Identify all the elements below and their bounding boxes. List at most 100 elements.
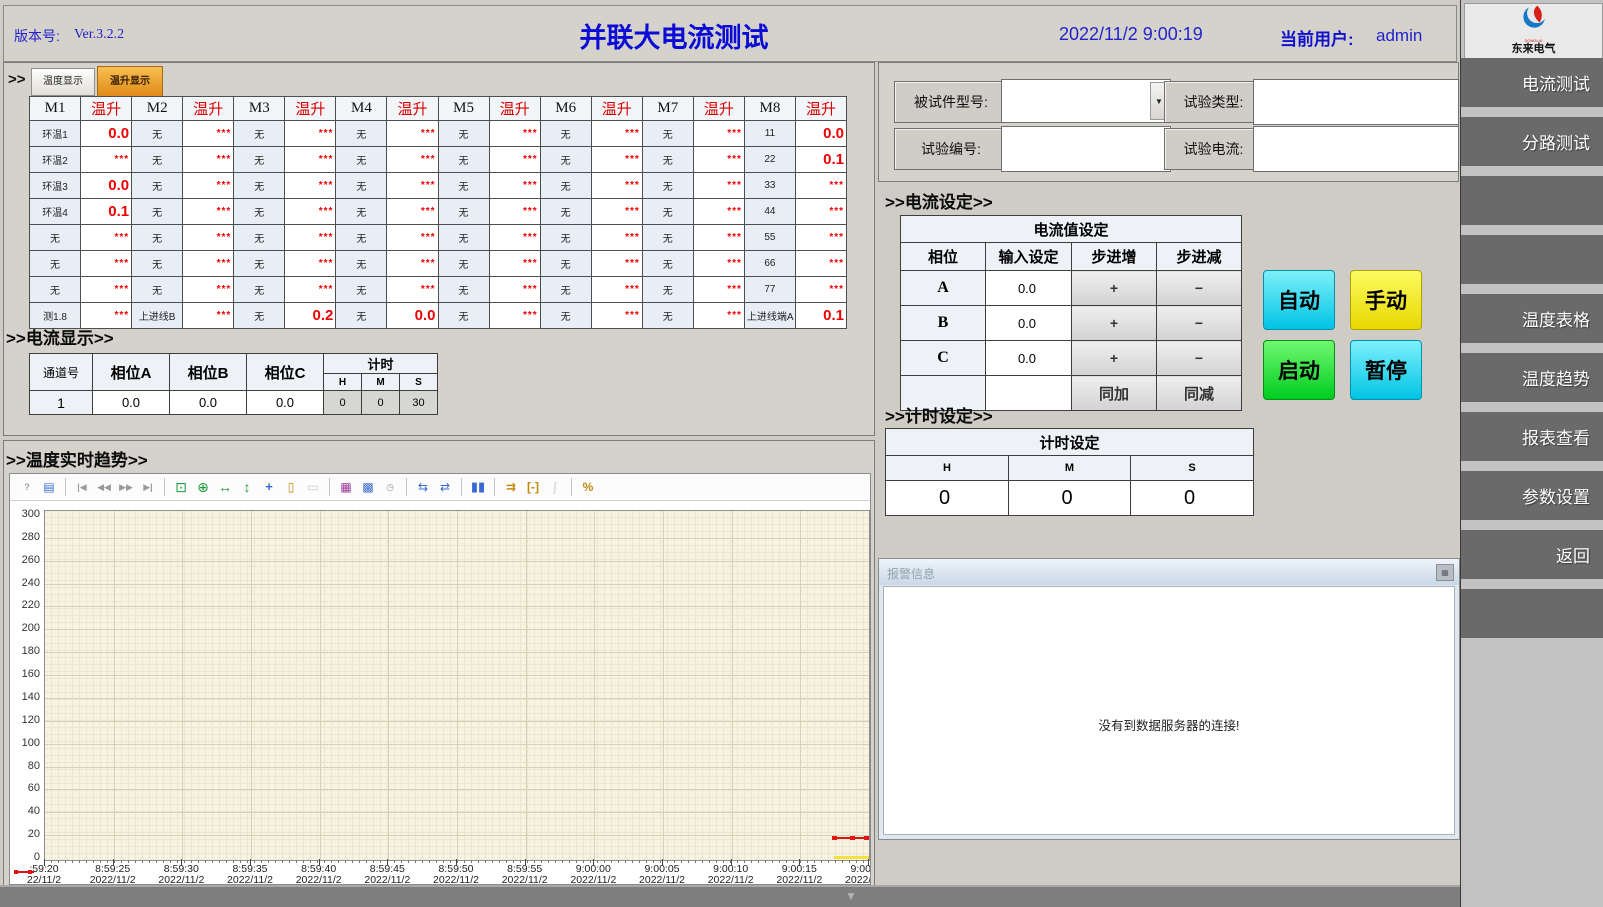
sensor-label: 无 [642,277,693,303]
rise-value: *** [387,199,438,225]
y-tick-label: 180 [12,645,40,657]
test-current-label: 试验电流: [1164,128,1263,170]
sensor-label: 无 [132,147,183,173]
sidebar-item-temp-trend[interactable]: 温度趋势 [1461,353,1603,402]
sensor-label: 无 [438,173,489,199]
phase-a-dec-button[interactable]: − [1157,271,1242,306]
sidebar-item-back[interactable]: 返回 [1461,530,1603,579]
all-dec-button[interactable]: 同减 [1157,376,1242,411]
start-button[interactable]: 启动 [1263,340,1335,400]
close-icon[interactable]: ▦ [1436,564,1454,581]
cursor-track-icon[interactable]: ⇉ [501,477,521,497]
rise-value: 0.0 [795,121,846,147]
sensor-label: 无 [336,303,387,329]
range-cursor-icon[interactable]: [-] [523,477,543,497]
test-no-input[interactable] [1001,126,1171,172]
col-header-s: S [400,374,438,391]
sidebar-item-current-test[interactable]: 电流测试 [1461,58,1603,107]
history-clock-icon[interactable]: ◷ [380,477,400,497]
rise-value: *** [183,277,234,303]
rise-value: *** [693,225,744,251]
grid-add-icon[interactable]: ▩ [358,477,378,497]
sensor-label: 无 [336,147,387,173]
chart-plot-area [44,510,870,861]
phase-b-dec-button[interactable]: − [1157,306,1242,341]
nav-prev-icon[interactable]: ◀◀ [94,477,114,497]
test-type-input[interactable] [1253,79,1459,125]
pan-icon[interactable]: + [259,477,279,497]
tab-rise-display[interactable]: 温升显示 [97,66,163,97]
rise-value: *** [81,225,132,251]
phase-b-inc-button[interactable]: + [1072,306,1157,341]
percent-scale-icon[interactable]: % [578,477,598,497]
zoom-horizontal-icon[interactable]: ↔ [215,477,235,497]
dut-model-combobox[interactable]: ▼ [1001,79,1171,123]
sensor-label: 无 [132,199,183,225]
help-icon[interactable]: ? [17,477,37,497]
timer-h-input[interactable]: 0 [886,481,1009,516]
sensor-label: 无 [234,277,285,303]
test-current-input[interactable] [1253,126,1459,172]
phase-a-set-input[interactable]: 0.0 [986,271,1072,306]
ruler-icon[interactable]: ▯ [281,477,301,497]
pause-button[interactable]: 暂停 [1350,340,1422,400]
phase-c-inc-button[interactable]: + [1072,341,1157,376]
shift-left-icon[interactable]: ⇆ [413,477,433,497]
sensor-label: 环温2 [30,147,81,173]
scrollbar-thumb[interactable]: ▼ [845,889,857,903]
manual-button[interactable]: 手动 [1350,270,1422,330]
phase-c-set-input[interactable]: 0.0 [986,341,1072,376]
axis-format-icon[interactable]: ▭ [303,477,323,497]
page-title: 并联大电流测试 [484,16,864,55]
logo-text: 东来电气 [1465,43,1602,55]
shift-right-icon[interactable]: ⇄ [435,477,455,497]
report-export-icon[interactable]: ▤ [39,477,59,497]
all-inc-button[interactable]: 同加 [1072,376,1157,411]
phase-a-inc-button[interactable]: + [1072,271,1157,306]
rise-value: *** [693,147,744,173]
rise-value: *** [285,251,336,277]
sensor-label: 无 [642,199,693,225]
sensor-label: 无 [438,147,489,173]
phase-c-dec-button[interactable]: − [1157,341,1242,376]
zoom-vertical-icon[interactable]: ↕ [237,477,257,497]
grid-style-icon[interactable]: ▦ [336,477,356,497]
sensor-label: 无 [540,147,591,173]
sensor-label: 无 [438,199,489,225]
auto-button[interactable]: 自动 [1263,270,1335,330]
pause-icon[interactable]: ▮▮ [468,477,488,497]
x-tick-label: 9:00:052022/11/2 [627,864,697,885]
timer-col-m: M [1009,456,1131,481]
sidebar-item-temp-table[interactable]: 温度表格 [1461,294,1603,343]
sidebar-item-param-setting[interactable]: 参数设置 [1461,471,1603,520]
current-setting-table-title: 电流值设定 [901,216,1242,243]
zoom-in-icon[interactable]: ⊕ [193,477,213,497]
current-user-value: admin [1376,26,1422,46]
timer-s-input[interactable]: 0 [1131,481,1254,516]
sidebar-item-blank-1[interactable] [1461,176,1603,225]
chart-toolbar: ?▤ |◀◀◀▶▶▶| ⊡⊕↔↕+▯▭ ▦▩◷ ⇆⇄ ▮▮ ⇉[-]∫% [10,474,870,501]
y-tick-label: 160 [12,668,40,680]
y-tick-label: 60 [12,782,40,794]
sidebar-item-report-view[interactable]: 报表查看 [1461,412,1603,461]
temp-col-rise: 温升 [489,97,540,121]
sidebar-item-blank-2[interactable] [1461,235,1603,284]
sensor-label: 无 [438,121,489,147]
nav-last-icon[interactable]: ▶| [138,477,158,497]
x-tick-label: 8:59:252022/11/2 [78,864,148,885]
sidebar-item-branch-test[interactable]: 分路测试 [1461,117,1603,166]
zoom-reset-icon[interactable]: ⊡ [171,477,191,497]
sidebar-item-blank-3[interactable] [1461,589,1603,638]
version-value: Ver.3.2.2 [74,27,124,43]
nav-first-icon[interactable]: |◀ [72,477,92,497]
rise-value: 0.0 [81,121,132,147]
nav-next-icon[interactable]: ▶▶ [116,477,136,497]
sensor-label: 无 [336,225,387,251]
timer-m-input[interactable]: 0 [1009,481,1131,516]
sensor-label: 无 [234,251,285,277]
phase-b-set-input[interactable]: 0.0 [986,306,1072,341]
integral-icon[interactable]: ∫ [545,477,565,497]
empty-set-input[interactable] [986,376,1072,411]
tab-temperature-display[interactable]: 温度显示 [31,68,95,96]
series-ambient-temp [834,856,869,859]
